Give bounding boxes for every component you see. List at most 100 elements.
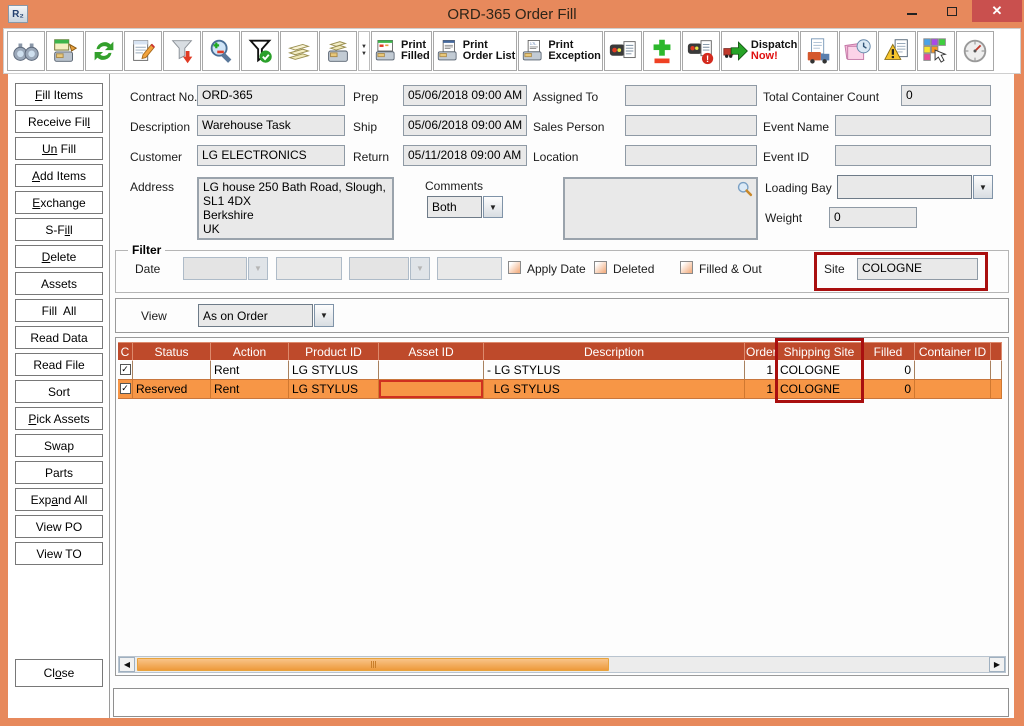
loading-bay-combo[interactable]: ▼ — [837, 175, 993, 199]
filter-download-button[interactable] — [163, 31, 201, 71]
sidebar-button-add-items[interactable]: Add Items — [15, 164, 103, 187]
comments-field[interactable] — [563, 177, 758, 240]
cell-filled[interactable]: 0 — [862, 380, 915, 398]
cell-action[interactable]: Rent — [211, 380, 289, 398]
sidebar-button-sort[interactable]: Sort — [15, 380, 103, 403]
notes-clock-button[interactable] — [839, 31, 877, 71]
sidebar-button-fill-items[interactable]: Fill Items — [15, 83, 103, 106]
warning-report-button[interactable] — [878, 31, 916, 71]
date-operator-combo[interactable]: ▼ — [349, 257, 430, 280]
column-header-ordered[interactable]: Ordered — [745, 342, 777, 361]
event-name-field[interactable] — [835, 115, 991, 136]
loading-bay-value[interactable] — [837, 175, 972, 199]
cell-shipping-site[interactable]: COLOGNE — [777, 380, 862, 398]
sidebar-button-receive-fill[interactable]: Receive Fill — [15, 110, 103, 133]
cell-status[interactable]: Reserved — [133, 380, 211, 398]
cell-shipping-site[interactable]: COLOGNE — [777, 361, 862, 379]
description-field[interactable]: Warehouse Task — [197, 115, 345, 136]
cell-container-id[interactable] — [915, 380, 991, 398]
apply-date-checkbox[interactable] — [508, 261, 521, 274]
sidebar-button-assets[interactable]: Assets — [15, 272, 103, 295]
maximize-button[interactable] — [932, 0, 972, 22]
chevron-down-icon[interactable]: ▼ — [410, 257, 430, 280]
column-header-filled[interactable]: Filled — [862, 342, 915, 361]
total-container-count-field[interactable]: 0 — [901, 85, 991, 106]
column-header-asset-id[interactable]: Asset ID — [379, 342, 484, 361]
sidebar-button-delete[interactable]: Delete — [15, 245, 103, 268]
table-row[interactable]: ✓ RentLG STYLUS - LG STYLUS1COLOGNE0 — [118, 361, 1002, 380]
cell-product-id[interactable]: LG STYLUS — [289, 361, 379, 379]
column-header-shipping-site[interactable]: Shipping Site — [777, 342, 862, 361]
gauge-button[interactable] — [956, 31, 994, 71]
date-from-field[interactable] — [276, 257, 342, 280]
column-header-status[interactable]: Status — [133, 342, 211, 361]
cell-spacer[interactable] — [991, 380, 1002, 398]
filter-apply-button[interactable] — [241, 31, 279, 71]
column-header-action[interactable]: Action — [211, 342, 289, 361]
find-button[interactable] — [7, 31, 45, 71]
sidebar-button-pick-assets[interactable]: Pick Assets — [15, 407, 103, 430]
close-form-button[interactable]: Close — [15, 659, 103, 687]
chevron-down-icon[interactable]: ▼ — [248, 257, 268, 280]
cell-product-id[interactable]: LG STYLUS — [289, 380, 379, 398]
cell-ordered[interactable]: 1 — [745, 361, 777, 379]
cell-asset-id[interactable] — [379, 380, 484, 398]
sidebar-button-view-po[interactable]: View PO — [15, 515, 103, 538]
ship-date-field[interactable]: 05/06/2018 09:00 AM — [403, 115, 527, 136]
filled-out-checkbox[interactable] — [680, 261, 693, 274]
cell-spacer[interactable] — [991, 361, 1002, 379]
sidebar-button-expand-all[interactable]: Expand All — [15, 488, 103, 511]
refresh-button[interactable] — [85, 31, 123, 71]
cell-filled[interactable]: 0 — [862, 361, 915, 379]
sidebar-button-swap[interactable]: Swap — [15, 434, 103, 457]
view-value[interactable]: As on Order — [198, 304, 313, 327]
scroll-right-arrow-icon[interactable]: ▶ — [989, 657, 1005, 672]
event-id-field[interactable] — [835, 145, 991, 166]
comments-mode-combo[interactable]: Both ▼ — [427, 196, 503, 218]
site-field[interactable]: COLOGNE — [857, 258, 978, 280]
location-field[interactable] — [625, 145, 757, 166]
chevron-down-icon[interactable]: ▼ — [973, 175, 993, 199]
edit-notes-button[interactable] — [124, 31, 162, 71]
truck-document-button[interactable] — [800, 31, 838, 71]
sales-person-field[interactable] — [625, 115, 757, 136]
contract-no-field[interactable]: ORD-365 — [197, 85, 345, 106]
weight-field[interactable]: 0 — [829, 207, 917, 228]
date-field-combo[interactable]: ▼ — [183, 257, 268, 280]
sidebar-button-read-file[interactable]: Read File — [15, 353, 103, 376]
chevron-down-icon[interactable]: ▼ — [483, 196, 503, 218]
copies-button[interactable] — [280, 31, 318, 71]
column-header-container-id[interactable]: Container ID — [915, 342, 991, 361]
sidebar-button-s-fill[interactable]: S-Fill — [15, 218, 103, 241]
zoom-toggle-button[interactable] — [202, 31, 240, 71]
add-remove-button[interactable] — [643, 31, 681, 71]
column-header-product-id[interactable]: Product ID — [289, 342, 379, 361]
minimize-button[interactable] — [892, 0, 932, 22]
scan-alert-button[interactable]: ! — [682, 31, 720, 71]
print-exception-button[interactable]: 17LPrintException — [518, 31, 603, 71]
print-filled-button[interactable]: PrintFilled — [371, 31, 432, 71]
row-checkbox[interactable]: ✓ — [120, 364, 131, 375]
view-combo[interactable]: As on Order ▼ — [198, 304, 334, 327]
sidebar-button-view-to[interactable]: View TO — [15, 542, 103, 565]
scroll-left-arrow-icon[interactable]: ◀ — [119, 657, 135, 672]
cell-status[interactable] — [133, 361, 211, 379]
sidebar-button-read-data[interactable]: Read Data — [15, 326, 103, 349]
deleted-checkbox[interactable] — [594, 261, 607, 274]
assigned-to-field[interactable] — [625, 85, 757, 106]
cell-description[interactable]: LG STYLUS — [484, 380, 745, 398]
sidebar-button-un-fill[interactable]: Un Fill — [15, 137, 103, 160]
cell-action[interactable]: Rent — [211, 361, 289, 379]
column-header-spacer[interactable] — [991, 342, 1002, 361]
color-grid-button[interactable] — [917, 31, 955, 71]
cell-container-id[interactable] — [915, 361, 991, 379]
address-field[interactable]: LG house 250 Bath Road, Slough, SL1 4DX … — [197, 177, 394, 240]
print-stack-button[interactable] — [319, 31, 357, 71]
cell-description[interactable]: - LG STYLUS — [484, 361, 745, 379]
sidebar-button-parts[interactable]: Parts — [15, 461, 103, 484]
close-button[interactable]: ✕ — [972, 0, 1022, 22]
cell-ordered[interactable]: 1 — [745, 380, 777, 398]
chevron-down-icon[interactable]: ▼ — [314, 304, 334, 327]
sidebar-button-exchange[interactable]: Exchange — [15, 191, 103, 214]
column-header-description[interactable]: Description — [484, 342, 745, 361]
